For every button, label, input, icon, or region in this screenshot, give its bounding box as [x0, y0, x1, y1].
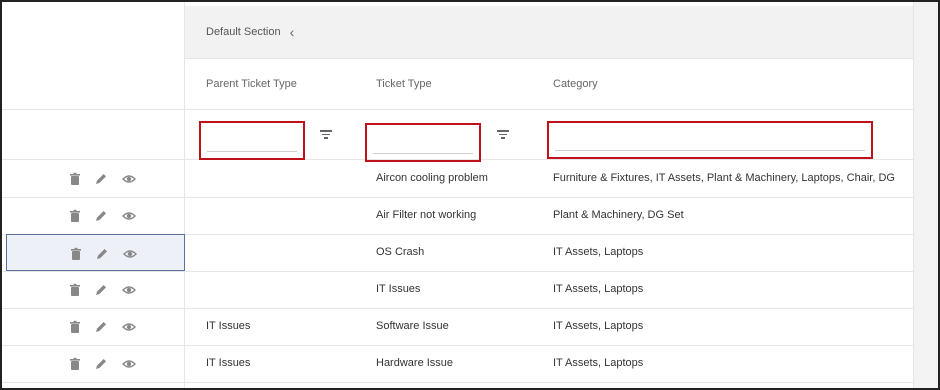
- section-header[interactable]: Default Section ‹: [185, 6, 913, 59]
- pencil-icon[interactable]: [94, 283, 108, 297]
- cell-category: IT Assets, Laptops: [553, 357, 644, 369]
- trash-icon[interactable]: [68, 209, 82, 223]
- pencil-icon[interactable]: [94, 320, 108, 334]
- row-actions: [2, 271, 184, 308]
- actions-header-cell: [2, 59, 184, 110]
- table-row[interactable]: Aircon cooling problem Furniture & Fixtu…: [2, 160, 914, 198]
- cell-ticket-type: Air Filter not working: [376, 209, 477, 221]
- actions-filter-cell: [2, 110, 184, 160]
- filter-icon[interactable]: [320, 130, 332, 139]
- table-row[interactable]: IT Issues IT Assets, Laptops: [2, 271, 914, 309]
- cell-ticket-type: Software Issue: [376, 320, 449, 332]
- cell-category: IT Assets, Laptops: [553, 246, 644, 258]
- row-actions-selected: [6, 234, 185, 271]
- table-row[interactable]: IT Issues Software Issue IT Assets, Lapt…: [2, 308, 914, 346]
- cell-ticket-type: Aircon cooling problem: [376, 172, 488, 184]
- filter-row: [185, 110, 913, 162]
- grid-frame: Default Section ‹ Parent Ticket Type Tic…: [0, 0, 940, 390]
- category-filter-input[interactable]: [553, 127, 867, 149]
- scrollbar[interactable]: [913, 2, 938, 388]
- eye-icon[interactable]: [122, 283, 136, 297]
- pencil-icon[interactable]: [94, 172, 108, 186]
- ticket-type-filter-input[interactable]: [371, 129, 475, 152]
- eye-icon[interactable]: [123, 247, 137, 261]
- pencil-icon[interactable]: [94, 357, 108, 371]
- eye-icon[interactable]: [122, 209, 136, 223]
- cell-ticket-type: Hardware Issue: [376, 357, 454, 369]
- ticket-type-filter[interactable]: [365, 123, 481, 162]
- eye-icon[interactable]: [122, 172, 136, 186]
- pencil-icon[interactable]: [94, 209, 108, 223]
- column-header-category[interactable]: Category: [553, 78, 598, 90]
- trash-icon[interactable]: [68, 320, 82, 334]
- cell-category: Plant & Machinery, DG Set: [553, 209, 684, 221]
- eye-icon[interactable]: [122, 357, 136, 371]
- section-title: Default Section: [206, 26, 281, 38]
- table-row[interactable]: IT Issues Hardware Issue IT Assets, Lapt…: [2, 345, 914, 383]
- column-header-ticket-type[interactable]: Ticket Type: [376, 78, 432, 90]
- trash-icon[interactable]: [68, 283, 82, 297]
- column-header-parent-ticket-type[interactable]: Parent Ticket Type: [206, 78, 297, 90]
- cell-ticket-type: IT Issues: [376, 283, 421, 295]
- parent-ticket-type-filter-input[interactable]: [205, 127, 299, 150]
- table-row[interactable]: Air Filter not working Plant & Machinery…: [2, 197, 914, 235]
- cell-category: IT Assets, Laptops: [553, 320, 644, 332]
- trash-icon[interactable]: [68, 172, 82, 186]
- table-row[interactable]: OS Crash IT Assets, Laptops: [2, 234, 914, 272]
- trash-icon[interactable]: [69, 247, 83, 261]
- row-actions: [2, 197, 184, 234]
- filter-icon[interactable]: [497, 130, 509, 139]
- trash-icon[interactable]: [68, 357, 82, 371]
- row-actions: [2, 160, 184, 197]
- parent-ticket-type-filter[interactable]: [199, 121, 305, 160]
- cell-category: IT Assets, Laptops: [553, 283, 644, 295]
- row-actions: [2, 308, 184, 345]
- chevron-left-icon[interactable]: ‹: [290, 25, 295, 39]
- cell-parent-ticket-type: IT Issues: [206, 320, 251, 332]
- cell-category: Furniture & Fixtures, IT Assets, Plant &…: [553, 172, 895, 184]
- eye-icon[interactable]: [122, 320, 136, 334]
- category-filter[interactable]: [547, 121, 873, 159]
- row-actions: [2, 345, 184, 382]
- pencil-icon[interactable]: [95, 247, 109, 261]
- cell-ticket-type: OS Crash: [376, 246, 425, 258]
- column-header-row: Parent Ticket Type Ticket Type Category: [185, 59, 913, 110]
- cell-parent-ticket-type: IT Issues: [206, 357, 251, 369]
